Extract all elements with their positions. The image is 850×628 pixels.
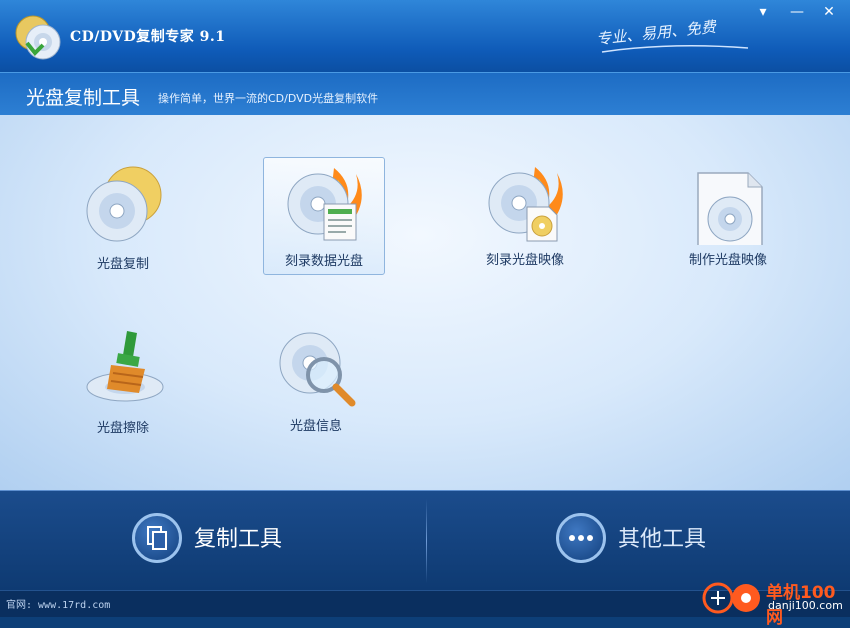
make-disc-image-icon	[697, 172, 763, 245]
tool-panel: 光盘复制 刻录数据光盘 刻录光盘映像 制作光盘映像 光盘擦除 光盘信息	[0, 115, 850, 490]
burn-data-disc-icon	[287, 168, 362, 241]
disc-info-icon	[279, 332, 356, 407]
website-link[interactable]: 官网: www.17rd.com	[6, 596, 110, 611]
app-logo-icon	[15, 15, 61, 60]
slogan-swoosh-icon	[601, 45, 749, 53]
menu-dropdown-button[interactable]: ▾	[750, 2, 776, 22]
header-subtitle: 操作简单，世界一流的CD/DVD光盘复制软件	[158, 92, 379, 105]
disc-erase-icon	[86, 331, 164, 402]
tool-label-disc-erase: 光盘擦除	[96, 421, 149, 436]
tool-disc-copy[interactable]: 光盘复制	[63, 157, 183, 273]
tool-label-disc-info: 光盘信息	[289, 419, 342, 434]
minimize-button[interactable]: —	[784, 2, 810, 22]
watermark-url: danji100.com	[768, 599, 843, 612]
more-dots-icon	[556, 513, 606, 563]
tool-label-burn-disc-image: 刻录光盘映像	[485, 253, 564, 268]
tool-make-disc-image[interactable]: 制作光盘映像	[668, 157, 788, 273]
burn-disc-image-icon	[488, 167, 563, 242]
nav-other-tools-button[interactable]: 其他工具	[556, 511, 726, 573]
close-button[interactable]: ✕	[816, 2, 842, 22]
tool-label-burn-data-disc: 刻录数据光盘	[284, 254, 363, 269]
tool-burn-data-disc[interactable]: 刻录数据光盘	[263, 157, 385, 275]
nav-copy-tools-label: 复制工具	[194, 527, 283, 552]
app-title: CD/DVD复制专家 9.1	[70, 29, 226, 45]
nav-divider	[426, 499, 427, 583]
copy-documents-icon	[132, 513, 182, 563]
nav-copy-tools-button[interactable]: 复制工具	[132, 511, 302, 573]
disc-copy-icon	[86, 166, 162, 242]
watermark-logo-icon	[702, 582, 760, 614]
bottom-nav: 复制工具 其他工具	[0, 490, 850, 591]
tool-burn-disc-image[interactable]: 刻录光盘映像	[465, 157, 585, 273]
header-title: 光盘复制工具	[26, 87, 141, 109]
tool-label-disc-copy: 光盘复制	[96, 257, 149, 272]
tool-disc-erase[interactable]: 光盘擦除	[63, 321, 183, 437]
title-bar: CD/DVD复制专家 9.1 专业、易用、免费 ▾ — ✕	[0, 0, 850, 72]
nav-other-tools-label: 其他工具	[618, 527, 707, 552]
header-band: 光盘复制工具 操作简单，世界一流的CD/DVD光盘复制软件	[0, 72, 850, 115]
tool-label-make-disc-image: 制作光盘映像	[688, 253, 767, 268]
tool-disc-info[interactable]: 光盘信息	[256, 321, 376, 437]
